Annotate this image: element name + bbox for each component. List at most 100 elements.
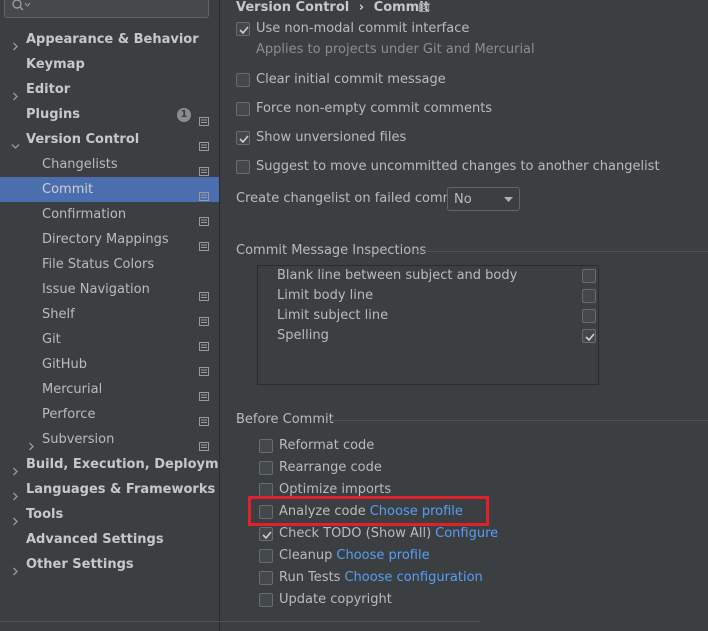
sidebar-item-label: Mercurial xyxy=(42,382,103,397)
check-todo-show-all-label: Check TODO (Show All) xyxy=(279,526,432,541)
sidebar-item-other-settings[interactable]: Other Settings xyxy=(0,552,219,577)
clear-initial-checkbox[interactable] xyxy=(236,73,250,87)
update-copyright-label: Update copyright xyxy=(279,592,392,607)
sidebar-item-subversion[interactable]: Subversion xyxy=(0,427,219,452)
optimize-imports-option: Optimize imports xyxy=(279,482,391,497)
update-count-badge: 1 xyxy=(177,108,191,122)
project-scope-icon xyxy=(199,360,209,376)
sidebar-item-github[interactable]: GitHub xyxy=(0,352,219,377)
sidebar-item-commit[interactable]: Commit xyxy=(0,177,219,202)
inspection-checkbox[interactable] xyxy=(582,269,596,283)
sidebar-item-mercurial[interactable]: Mercurial xyxy=(0,377,219,402)
run-tests-link[interactable]: Choose configuration xyxy=(344,570,482,585)
breadcrumb-separator: › xyxy=(358,0,365,15)
sidebar-item-label: Keymap xyxy=(26,57,85,72)
optimize-imports-label: Optimize imports xyxy=(279,482,392,497)
section-divider xyxy=(416,251,708,252)
sidebar-item-keymap[interactable]: Keymap xyxy=(0,52,219,77)
cleanup-checkbox[interactable] xyxy=(259,549,273,563)
non-modal-hint: Applies to projects under Git and Mercur… xyxy=(256,42,535,57)
sidebar-item-label: Advanced Settings xyxy=(26,532,164,547)
checkmark-icon xyxy=(239,135,249,144)
non-modal-checkbox[interactable] xyxy=(236,22,250,36)
sidebar-item-advanced-settings[interactable]: Advanced Settings xyxy=(0,527,219,552)
inspection-checkbox[interactable] xyxy=(582,289,596,303)
sidebar-item-confirmation[interactable]: Confirmation xyxy=(0,202,219,227)
sidebar-item-label: Shelf xyxy=(42,307,75,322)
inspection-checkbox[interactable] xyxy=(582,309,596,323)
project-scope-icon xyxy=(199,435,209,451)
chevron-right-icon[interactable] xyxy=(11,560,20,585)
sidebar-item-label: Commit xyxy=(42,182,94,197)
create-changelist-dropdown[interactable]: No xyxy=(447,187,520,211)
project-scope-icon xyxy=(199,385,209,401)
reformat-code-checkbox[interactable] xyxy=(259,439,273,453)
sidebar-item-version-control[interactable]: Version Control xyxy=(0,127,219,152)
sidebar-item-issue-navigation[interactable]: Issue Navigation xyxy=(0,277,219,302)
checkmark-icon xyxy=(262,531,272,540)
sidebar-item-label: Version Control xyxy=(26,132,140,147)
sidebar-item-editor[interactable]: Editor xyxy=(0,77,219,102)
sidebar-item-shelf[interactable]: Shelf xyxy=(0,302,219,327)
before-commit-title: Before Commit xyxy=(236,412,334,427)
inspections-list xyxy=(257,265,599,385)
check-todo-show-all-option: Check TODO (Show All) Configure xyxy=(279,526,498,541)
project-scope-icon xyxy=(199,135,209,151)
inspection-checkbox[interactable] xyxy=(582,329,596,343)
force-non-empty-label: Force non-empty commit comments xyxy=(256,101,493,116)
project-scope-icon xyxy=(419,3,429,12)
clear-initial-label: Clear initial commit message xyxy=(256,72,446,87)
update-copyright-option: Update copyright xyxy=(279,592,392,607)
project-scope-icon xyxy=(199,110,209,126)
settings-sidebar: Appearance & Behavior Keymap Editor Plugins… xyxy=(0,0,243,631)
search-icon xyxy=(12,0,31,11)
bottom-divider xyxy=(0,621,480,622)
rearrange-code-label: Rearrange code xyxy=(279,460,382,475)
breadcrumb-parent[interactable]: Version Control xyxy=(236,0,349,15)
update-copyright-checkbox[interactable] xyxy=(259,593,273,607)
sidebar-item-plugins[interactable]: Plugins 1 xyxy=(0,102,219,127)
suggest-move-checkbox[interactable] xyxy=(236,160,250,174)
sidebar-item-directory-mappings[interactable]: Directory Mappings xyxy=(0,227,219,252)
inspection-label: Spelling xyxy=(277,328,329,343)
project-scope-icon xyxy=(199,285,209,301)
checkmark-icon xyxy=(585,333,595,342)
sidebar-item-label: Editor xyxy=(26,82,71,97)
inspection-label: Blank line between subject and body xyxy=(277,268,518,283)
project-scope-icon xyxy=(199,160,209,176)
sidebar-item-label: Changelists xyxy=(42,157,118,172)
sidebar-item-label: Issue Navigation xyxy=(42,282,150,297)
sidebar-item-build-execution-deployment[interactable]: Build, Execution, Deployment xyxy=(0,452,243,477)
sidebar-item-label: GitHub xyxy=(42,357,88,372)
create-changelist-label: Create changelist on failed commit: xyxy=(236,191,469,206)
inspections-title: Commit Message Inspections xyxy=(236,243,427,258)
rearrange-code-checkbox[interactable] xyxy=(259,461,273,475)
run-tests-checkbox[interactable] xyxy=(259,571,273,585)
sidebar-item-git[interactable]: Git xyxy=(0,327,219,352)
sidebar-item-tools[interactable]: Tools xyxy=(0,502,219,527)
search-input[interactable] xyxy=(4,0,209,18)
check-todo-show-all-checkbox[interactable] xyxy=(259,527,273,541)
show-unversioned-label: Show unversioned files xyxy=(256,130,407,145)
sidebar-item-appearance-behavior[interactable]: Appearance & Behavior xyxy=(0,27,219,52)
optimize-imports-checkbox[interactable] xyxy=(259,483,273,497)
sidebar-item-label: Appearance & Behavior xyxy=(26,32,199,47)
project-scope-icon xyxy=(199,235,209,251)
show-unversioned-checkbox[interactable] xyxy=(236,131,250,145)
sidebar-item-label: Languages & Frameworks xyxy=(26,482,216,497)
sidebar-item-perforce[interactable]: Perforce xyxy=(0,402,219,427)
cleanup-option: Cleanup Choose profile xyxy=(279,548,430,563)
run-tests-label: Run Tests xyxy=(279,570,341,585)
sidebar-item-languages-frameworks[interactable]: Languages & Frameworks xyxy=(0,477,219,502)
force-non-empty-checkbox[interactable] xyxy=(236,102,250,116)
chevron-down-icon xyxy=(504,197,513,202)
breadcrumb: Version Control › Commit xyxy=(236,0,430,15)
sidebar-item-label: Subversion xyxy=(42,432,115,447)
project-scope-icon xyxy=(199,410,209,426)
sidebar-item-changelists[interactable]: Changelists xyxy=(0,152,219,177)
check-todo-show-all-link[interactable]: Configure xyxy=(435,526,498,541)
cleanup-link[interactable]: Choose profile xyxy=(336,548,429,563)
project-scope-icon xyxy=(199,185,209,201)
cleanup-label: Cleanup xyxy=(279,548,333,563)
sidebar-item-file-status-colors[interactable]: File Status Colors xyxy=(0,252,219,277)
